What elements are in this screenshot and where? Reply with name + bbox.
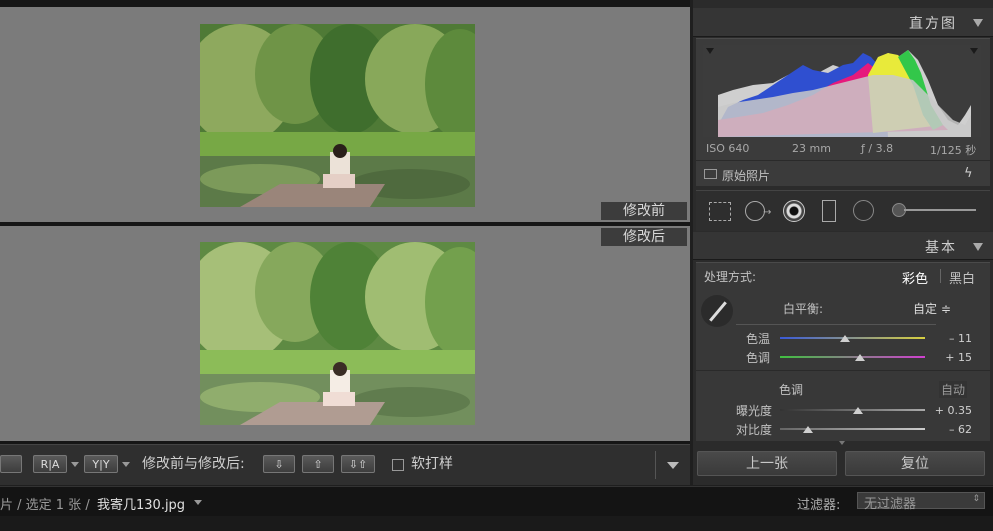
histogram-section: ISO 640 23 mm ƒ / 3.8 1/125 秒 原始照片 ϟ	[696, 38, 990, 186]
soft-proof-label: 软打样	[411, 456, 453, 472]
lightning-icon[interactable]: ϟ	[964, 166, 973, 181]
divider	[696, 370, 990, 371]
tint-label: 色调	[746, 351, 771, 365]
after-label: 修改后	[601, 228, 687, 246]
after-pane: 修改后	[0, 226, 690, 441]
filter-label: 过滤器:	[797, 498, 841, 513]
selection-path: 片 / 选定 1 张 /	[0, 498, 90, 513]
graduated-filter-icon[interactable]	[822, 200, 836, 222]
copy-after-to-before-button[interactable]: ⇧	[302, 455, 334, 473]
temp-value[interactable]: – 11	[932, 332, 972, 345]
histogram-header[interactable]: 直方图	[693, 8, 993, 37]
auto-tone-button[interactable]: 自动	[939, 381, 968, 398]
tone-label: 色调	[779, 383, 804, 397]
before-after-tb-button[interactable]: Y|Y	[84, 455, 118, 473]
divider	[655, 451, 656, 479]
compare-toolbar: R|A Y|Y 修改前与修改后: ⇩ ⇧ ⇩⇧ 软打样	[0, 444, 690, 485]
exposure-value[interactable]: + 0.35	[932, 404, 972, 417]
divider	[940, 269, 941, 283]
contrast-value[interactable]: – 62	[932, 423, 972, 436]
contrast-label: 对比度	[736, 423, 773, 437]
histogram-title: 直方图	[909, 16, 957, 32]
red-eye-icon[interactable]	[783, 200, 805, 222]
basic-header[interactable]: 基本	[693, 232, 993, 260]
shutter-value: 1/125 秒	[930, 144, 977, 157]
brush-slider[interactable]	[904, 209, 976, 211]
contrast-thumb[interactable]	[802, 426, 813, 433]
before-pane: 修改前	[0, 7, 690, 222]
tool-strip: →	[696, 190, 990, 231]
compare-label: 修改前与修改后:	[142, 456, 245, 472]
radial-filter-icon[interactable]	[853, 200, 874, 221]
chevron-down-icon[interactable]	[194, 500, 202, 505]
before-photo	[200, 24, 475, 207]
original-photo-label: 原始照片	[722, 169, 771, 183]
exposure-label: 曝光度	[736, 404, 773, 418]
eyedropper-icon[interactable]	[701, 295, 733, 327]
before-label: 修改前	[601, 202, 687, 220]
aperture-value: ƒ / 3.8	[861, 142, 894, 155]
copy-before-to-after-button[interactable]: ⇩	[263, 455, 295, 473]
histogram-graph	[703, 45, 981, 137]
temp-slider[interactable]	[780, 337, 925, 339]
previous-button[interactable]: 上一张	[697, 451, 837, 476]
crop-tool-icon[interactable]	[709, 202, 731, 221]
wb-select[interactable]: 自定 ≑	[913, 300, 951, 317]
iso-value: ISO 640	[706, 142, 750, 155]
loupe-view-button[interactable]	[0, 455, 22, 473]
filmstrip-strip	[0, 516, 993, 531]
toolbar-menu-icon[interactable]	[667, 462, 679, 469]
treatment-color-button[interactable]: 彩色	[902, 268, 928, 287]
soft-proof-checkbox[interactable]	[392, 459, 404, 471]
basic-title: 基本	[925, 240, 957, 256]
collapse-arrow-icon[interactable]	[973, 243, 983, 251]
focal-length: 23 mm	[792, 142, 831, 155]
swap-button[interactable]: ⇩⇧	[341, 455, 375, 473]
collapse-arrow-icon[interactable]	[973, 19, 983, 27]
develop-panel: 直方图 ISO 640 23 mm ƒ / 3.8 1/125 秒 原始照片 ϟ…	[693, 0, 993, 485]
wb-label: 白平衡:	[783, 302, 824, 316]
tint-thumb[interactable]	[854, 354, 865, 361]
tint-slider[interactable]	[780, 356, 925, 358]
treatment-bw-button[interactable]: 黑白	[949, 268, 975, 287]
tint-value[interactable]: + 15	[932, 351, 972, 364]
filter-value: 无过滤器	[864, 497, 917, 512]
after-photo	[200, 242, 475, 425]
treatment-label: 处理方式:	[704, 270, 757, 284]
before-after-lr-button[interactable]: R|A	[33, 455, 67, 473]
arrow-right-icon: →	[763, 207, 772, 218]
spot-removal-icon[interactable]	[745, 201, 765, 221]
chevron-down-icon[interactable]	[122, 462, 130, 467]
updown-icon: ⇕	[972, 494, 980, 504]
original-photo-checkbox[interactable]	[704, 169, 717, 179]
exposure-thumb[interactable]	[852, 407, 863, 414]
chevron-down-icon[interactable]	[71, 462, 79, 467]
basic-section: 处理方式: 彩色 黑白 白平衡: 自定 ≑ 色温 – 11 色调 + 15 色调…	[696, 262, 990, 441]
reset-button[interactable]: 复位	[845, 451, 985, 476]
scroll-indicator-icon	[839, 441, 845, 445]
filename[interactable]: 我寄几130.jpg	[97, 494, 185, 513]
divider	[736, 324, 936, 325]
filter-select[interactable]: 无过滤器 ⇕	[857, 492, 985, 512]
temp-thumb[interactable]	[839, 335, 850, 342]
compare-view: 修改前 修改后	[0, 0, 690, 485]
filmstrip-bar: 片 / 选定 1 张 / 我寄几130.jpg 过滤器: 无过滤器 ⇕	[0, 486, 993, 517]
divider	[696, 160, 990, 161]
temp-label: 色温	[746, 332, 771, 346]
